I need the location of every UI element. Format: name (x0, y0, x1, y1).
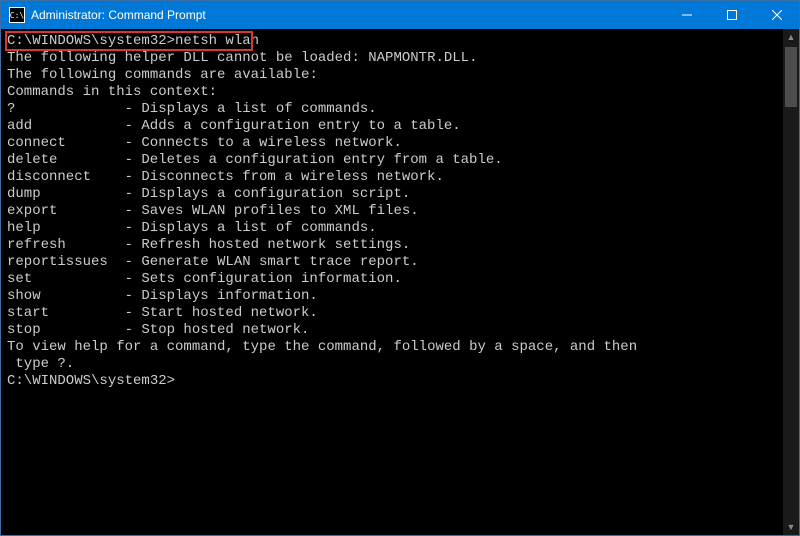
terminal-output[interactable]: C:\WINDOWS\system32>netsh wlanThe follow… (1, 29, 783, 535)
command-help-line: refresh - Refresh hosted network setting… (7, 237, 777, 254)
titlebar[interactable]: C:\ Administrator: Command Prompt (1, 1, 799, 29)
command-help-line: stop - Stop hosted network. (7, 322, 777, 339)
scroll-thumb[interactable] (785, 47, 797, 107)
command-help-line: connect - Connects to a wireless network… (7, 135, 777, 152)
client-area: C:\WINDOWS\system32>netsh wlanThe follow… (1, 29, 799, 535)
close-button[interactable] (754, 1, 799, 29)
terminal-line: To view help for a command, type the com… (7, 339, 777, 356)
command-help-line: disconnect - Disconnects from a wireless… (7, 169, 777, 186)
command-help-line: start - Start hosted network. (7, 305, 777, 322)
command-help-line: dump - Displays a configuration script. (7, 186, 777, 203)
cmd-icon: C:\ (9, 7, 25, 23)
window-title: Administrator: Command Prompt (31, 8, 206, 22)
command-help-line: export - Saves WLAN profiles to XML file… (7, 203, 777, 220)
minimize-button[interactable] (664, 1, 709, 29)
command-help-line: delete - Deletes a configuration entry f… (7, 152, 777, 169)
terminal-line: type ?. (7, 356, 777, 373)
command-help-line: show - Displays information. (7, 288, 777, 305)
maximize-button[interactable] (709, 1, 754, 29)
command-help-line: set - Sets configuration information. (7, 271, 777, 288)
scroll-down-icon[interactable]: ▼ (783, 519, 799, 535)
command-help-line: help - Displays a list of commands. (7, 220, 777, 237)
terminal-line: C:\WINDOWS\system32> (7, 373, 777, 390)
command-prompt-window: C:\ Administrator: Command Prompt C:\WIN… (0, 0, 800, 536)
terminal-line: Commands in this context: (7, 84, 777, 101)
terminal-line: C:\WINDOWS\system32>netsh wlan (7, 33, 777, 50)
command-help-line: ? - Displays a list of commands. (7, 101, 777, 118)
command-help-line: add - Adds a configuration entry to a ta… (7, 118, 777, 135)
terminal-line: The following helper DLL cannot be loade… (7, 50, 777, 67)
scroll-up-icon[interactable]: ▲ (783, 29, 799, 45)
vertical-scrollbar[interactable]: ▲ ▼ (783, 29, 799, 535)
terminal-line: The following commands are available: (7, 67, 777, 84)
command-help-line: reportissues - Generate WLAN smart trace… (7, 254, 777, 271)
